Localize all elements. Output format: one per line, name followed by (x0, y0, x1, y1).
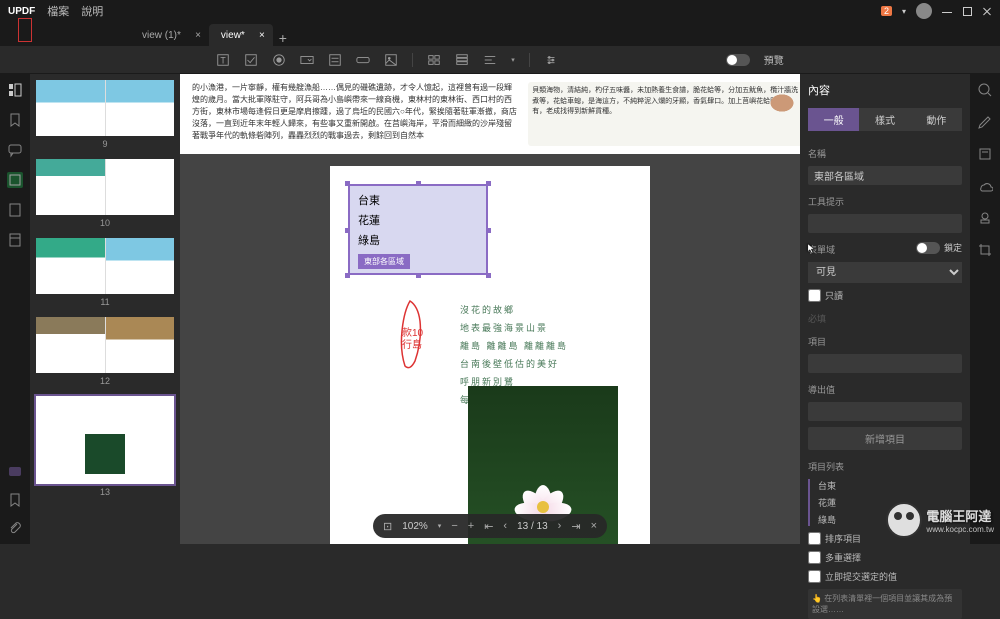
tooltip-input[interactable] (808, 214, 962, 233)
listbox-field[interactable]: 台東 花蓮 綠島 東部各區域 (348, 184, 488, 275)
tab-view2[interactable]: view*× (209, 24, 273, 46)
page-fragment-top: 的小漁港，一片寧靜，權有幾艘漁船……偶見的磯礁遺跡，才令人憶起，這裡曾有過一段輝… (180, 74, 800, 154)
edit-icon[interactable] (977, 114, 993, 130)
window-maximize[interactable] (962, 6, 972, 16)
prev-page-icon[interactable]: ‹ (503, 520, 507, 532)
app-logo: UPDF (8, 6, 35, 17)
stamp-icon[interactable] (977, 210, 993, 226)
notification-badge[interactable]: 2 (881, 6, 892, 16)
chat-icon[interactable] (7, 464, 23, 480)
button-tool-icon[interactable] (356, 53, 370, 67)
svg-text:行島: 行島 (402, 338, 422, 351)
watermark: 電腦王阿達www.kocpc.com.tw (886, 502, 994, 538)
name-input[interactable] (808, 166, 962, 185)
close-icon[interactable]: × (195, 30, 201, 41)
preview-toggle[interactable] (726, 54, 750, 66)
new-tab-button[interactable]: + (273, 30, 293, 46)
readonly-checkbox[interactable] (808, 289, 821, 302)
thumbnails-icon[interactable] (7, 82, 23, 98)
search-icon[interactable] (977, 82, 993, 98)
dropdown-tool-icon[interactable] (300, 53, 314, 67)
image-tool-icon[interactable] (384, 53, 398, 67)
attachments-icon[interactable] (7, 202, 23, 218)
listbox-tool-icon[interactable] (328, 53, 342, 67)
first-page-icon[interactable]: ⇤ (484, 520, 493, 533)
align-tool-icon[interactable] (483, 53, 497, 67)
page-indicator[interactable]: 13 / 13 (517, 521, 548, 532)
window-close[interactable] (982, 6, 992, 16)
thumb-page-12[interactable] (36, 317, 174, 373)
locked-toggle[interactable] (916, 242, 940, 254)
zoom-out-icon[interactable]: − (451, 520, 457, 532)
tab-style[interactable]: 樣式 (859, 108, 910, 131)
zoom-controls: ⊡ 102% ▾ − + ⇤ ‹ 13 / 13 › ⇥ × (373, 514, 607, 538)
bookmarks-icon[interactable] (7, 112, 23, 128)
fit-icon[interactable]: ⊡ (383, 520, 392, 533)
thumb-page-10[interactable] (36, 159, 174, 215)
document-canvas[interactable]: 的小漁港，一片寧靜，權有幾艘漁船……偶見的磯礁遺跡，才令人憶起，這裡曾有過一段輝… (180, 74, 800, 544)
form-tool1-icon[interactable] (427, 53, 441, 67)
tab-view1[interactable]: view (1)*× (130, 24, 209, 46)
thumb-page-13[interactable] (36, 396, 174, 484)
tab-general[interactable]: 一般 (808, 108, 859, 131)
export-input[interactable] (808, 402, 962, 421)
properties-panel: 內容 一般 樣式 動作 名稱 工具提示 表單域 鎖定 可見 只讀 必填 項目 導… (800, 74, 970, 544)
panel-title: 內容 (808, 82, 962, 98)
last-page-icon[interactable]: ⇥ (571, 520, 580, 533)
thumbnail-panel: 9 10 11 12 13 (30, 74, 180, 544)
preview-label: 預覽 (764, 52, 784, 67)
crop-icon[interactable] (977, 242, 993, 258)
menu-file[interactable]: 檔案 (47, 3, 69, 19)
chevron-down-icon[interactable]: ▾ (511, 56, 515, 64)
comments-icon[interactable] (7, 142, 23, 158)
layers-icon[interactable] (7, 232, 23, 248)
settings-tool-icon[interactable] (544, 53, 558, 67)
close-icon[interactable]: × (259, 30, 265, 41)
page-13: 台東 花蓮 綠島 東部各區域 款10行島 沒花的故鄉地表最強海景山景離島 離離島… (330, 166, 650, 544)
zoom-value[interactable]: 102% (402, 521, 428, 532)
svg-text:款10: 款10 (402, 326, 424, 339)
field-label-tag: 東部各區域 (358, 254, 410, 269)
zoom-in-icon[interactable]: + (468, 520, 474, 532)
chevron-down-icon[interactable]: ▾ (438, 522, 442, 530)
crab-image (762, 88, 800, 118)
form-tool2-icon[interactable] (455, 53, 469, 67)
multi-checkbox[interactable] (808, 551, 821, 564)
next-page-icon[interactable]: › (558, 520, 562, 532)
taiwan-map-graphic: 款10行島 (390, 296, 430, 376)
user-avatar[interactable] (916, 3, 932, 19)
commit-checkbox[interactable] (808, 570, 821, 583)
thumb-page-11[interactable] (36, 238, 174, 294)
item-input[interactable] (808, 354, 962, 373)
tab-action[interactable]: 動作 (911, 108, 962, 131)
cloud-icon[interactable] (977, 178, 993, 194)
close-icon[interactable]: × (591, 520, 597, 532)
add-item-button[interactable]: 新增項目 (808, 427, 962, 450)
radio-tool-icon[interactable] (272, 53, 286, 67)
annotate-icon[interactable] (977, 146, 993, 162)
visibility-select[interactable]: 可見 (808, 262, 962, 283)
sort-checkbox[interactable] (808, 532, 821, 545)
chevron-down-icon[interactable]: ▾ (902, 7, 906, 16)
window-minimize[interactable] (942, 6, 952, 16)
attach-icon[interactable] (7, 520, 23, 536)
svg-text:T: T (221, 55, 227, 65)
forms-icon[interactable] (7, 172, 23, 188)
bookmark2-icon[interactable] (7, 492, 23, 508)
thumb-page-9[interactable] (36, 80, 174, 136)
menu-help[interactable]: 說明 (81, 3, 103, 19)
checkbox-tool-icon[interactable] (244, 53, 258, 67)
text-tool-icon[interactable]: T (216, 53, 230, 67)
